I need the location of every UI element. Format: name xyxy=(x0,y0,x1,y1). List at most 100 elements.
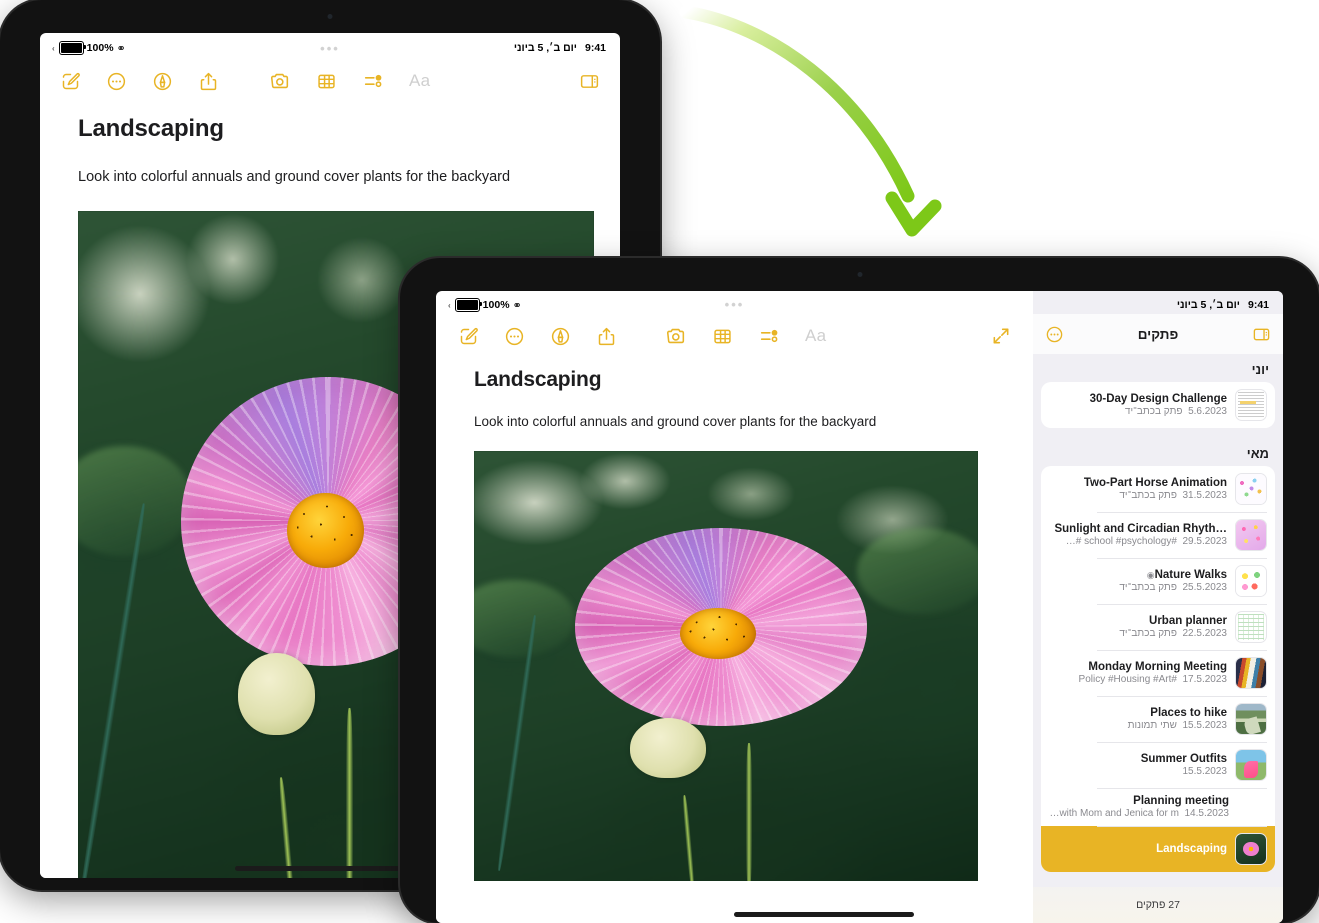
list-item-subtitle: 5.6.2023 פתק בכתב־יד xyxy=(1049,406,1227,417)
list-item-preview: שתי תמונות xyxy=(1127,720,1177,731)
list-item-meta: Summer Outfits 15.5.2023 xyxy=(1049,753,1227,777)
multitask-handle[interactable]: ••• xyxy=(320,42,340,55)
checklist-icon[interactable] xyxy=(362,70,384,92)
notes-toolbar-front: Aa xyxy=(436,314,1033,358)
table-icon[interactable] xyxy=(316,71,337,92)
list-item-title: Monday Morning Meeting xyxy=(1088,661,1227,673)
list-item-preview: #Policy #Housing #Art xyxy=(1078,674,1177,685)
status-time-label: 9:41 xyxy=(1247,299,1269,311)
list-item[interactable]: Urban planner 22.5.2023 פתק בכתב־יד xyxy=(1041,604,1275,650)
notes-list-scroll[interactable]: יוני 30-Day Design Challenge 5.6.2023 פתק … xyxy=(1033,354,1283,887)
list-item-title: Two-Part Horse Animation xyxy=(1083,477,1227,489)
doc-thumbnail xyxy=(1235,389,1267,421)
list-item[interactable]: Summer Outfits 15.5.2023 xyxy=(1041,742,1275,788)
list-item[interactable]: Landscaping xyxy=(1041,826,1275,872)
table-icon[interactable] xyxy=(712,326,733,347)
art-thumbnail xyxy=(1235,657,1267,689)
pink-sparkle-thumbnail xyxy=(1235,519,1267,551)
sidebar-toggle-icon[interactable] xyxy=(1252,325,1271,344)
share-icon[interactable] xyxy=(198,71,219,92)
list-item-meta: Planning meeting14.5.2023 Meet with Mom … xyxy=(1049,795,1229,819)
list-item-subtitle: 22.5.2023 פתק בכתב־יד xyxy=(1049,628,1227,639)
list-item-subtitle: 29.5.2023 #school #psychology #… xyxy=(1049,536,1227,547)
note-photo-front[interactable] xyxy=(474,451,978,881)
list-item-subtitle: 31.5.2023 פתק בכתב־יד xyxy=(1049,490,1227,501)
list-item-meta: Places to hike 15.5.2023 שתי תמונות xyxy=(1049,707,1227,731)
checklist-icon[interactable] xyxy=(758,325,780,347)
list-item[interactable]: ◉Nature Walks 25.5.2023 פתק בכתב־יד xyxy=(1041,558,1275,604)
sidebar-toggle-icon[interactable] xyxy=(579,71,600,92)
list-item-meta: Monday Morning Meeting 17.5.2023 #Policy … xyxy=(1049,661,1227,685)
battery-chevron-icon: ‹ xyxy=(448,300,451,310)
list-item-preview: פתק בכתב־יד xyxy=(1119,490,1177,501)
notes-count-label: 27 פתקים xyxy=(1033,887,1283,923)
notes-toolbar-back: Aa xyxy=(40,59,620,103)
multitask-handle[interactable]: ••• xyxy=(725,298,745,311)
format-aa-label[interactable]: Aa xyxy=(409,71,430,91)
list-item-date: 17.5.2023 xyxy=(1182,674,1228,685)
list-item[interactable]: Two-Part Horse Animation 31.5.2023 פתק בכ… xyxy=(1041,466,1275,512)
list-item-date: 15.5.2023 xyxy=(1182,720,1228,731)
battery-percent-label: 100% xyxy=(86,42,114,54)
note-body-back: Look into colorful annuals and ground co… xyxy=(78,169,511,185)
list-item-subtitle: 15.5.2023 שתי תמונות xyxy=(1049,720,1227,731)
home-indicator-front[interactable] xyxy=(734,912,914,917)
list-item-title: Places to hike xyxy=(1150,707,1227,719)
notes-section-header: יוני xyxy=(1251,362,1269,377)
list-item[interactable]: Planning meeting14.5.2023 Meet with Mom … xyxy=(1041,788,1275,826)
more-icon[interactable] xyxy=(504,326,525,347)
camera-icon[interactable] xyxy=(269,70,291,92)
battery-percent-label: 100% xyxy=(482,299,510,311)
wifi-icon: ⚭ xyxy=(116,42,126,55)
notes-list-sidebar: 9:41 יום ב׳, 5 ביוני פתקים יוני 30-Day De… xyxy=(1033,291,1283,923)
list-item[interactable]: Sunlight and Circadian Rhyth… 29.5.2023 #… xyxy=(1041,512,1275,558)
list-item-subtitle: 25.5.2023 פתק בכתב־יד xyxy=(1049,582,1227,593)
battery-icon xyxy=(58,41,87,55)
status-bar-front: ‹ 100% ⚭ ••• xyxy=(436,294,1033,316)
list-item-title: 30-Day Design Challenge xyxy=(1089,393,1227,405)
markup-icon[interactable] xyxy=(550,326,571,347)
list-item-title: ◉Nature Walks xyxy=(1146,569,1227,581)
list-item-date: 5.6.2023 xyxy=(1188,406,1227,417)
list-item-meta: Two-Part Horse Animation 31.5.2023 פתק בכ… xyxy=(1049,477,1227,501)
nature-thumbnail xyxy=(1235,565,1267,597)
markup-icon[interactable] xyxy=(152,71,173,92)
notes-list-title: פתקים xyxy=(1137,326,1179,342)
list-item-meta: Urban planner 22.5.2023 פתק בכתב־יד xyxy=(1049,615,1227,639)
note-title-front: Landscaping xyxy=(474,368,602,391)
list-item-date: 15.5.2023 xyxy=(1182,766,1228,777)
note-content-front: Landscaping Look into colorful annuals a… xyxy=(436,358,1033,923)
list-item-preview: פתק בכתב־יד xyxy=(1124,406,1183,417)
home-indicator-back[interactable] xyxy=(235,866,425,871)
confetti-thumbnail xyxy=(1235,473,1267,505)
note-body-front: Look into colorful annuals and ground co… xyxy=(474,414,877,429)
format-aa-label[interactable]: Aa xyxy=(805,326,826,346)
more-icon[interactable] xyxy=(1045,325,1064,344)
flower-thumbnail xyxy=(1235,833,1267,865)
more-icon[interactable] xyxy=(106,71,127,92)
green-curved-arrow xyxy=(679,5,942,237)
hike-thumbnail xyxy=(1235,703,1267,735)
list-item-meta: Sunlight and Circadian Rhyth… 29.5.2023 #… xyxy=(1049,523,1227,547)
share-icon[interactable] xyxy=(596,326,617,347)
list-item-date: 25.5.2023 xyxy=(1182,582,1228,593)
wifi-icon: ⚭ xyxy=(512,299,522,312)
list-item-title: Summer Outfits xyxy=(1140,753,1227,765)
compose-icon[interactable] xyxy=(458,326,479,347)
notes-section-card: Two-Part Horse Animation 31.5.2023 פתק בכ… xyxy=(1041,466,1275,872)
expand-icon[interactable] xyxy=(991,326,1011,346)
list-item-preview: #school #psychology #… xyxy=(1065,536,1177,547)
list-item-preview: פתק בכתב־יד xyxy=(1119,628,1177,639)
list-item[interactable]: Monday Morning Meeting 17.5.2023 #Policy … xyxy=(1041,650,1275,696)
list-item-date: 22.5.2023 xyxy=(1182,628,1228,639)
list-item[interactable]: 30-Day Design Challenge 5.6.2023 פתק בכתב… xyxy=(1041,382,1275,428)
camera-icon[interactable] xyxy=(665,325,687,347)
notes-section-header: מאי xyxy=(1246,446,1269,461)
notes-section-card: 30-Day Design Challenge 5.6.2023 פתק בכתב… xyxy=(1041,382,1275,428)
plan-thumbnail xyxy=(1235,611,1267,643)
ipad-device-front: ‹ 100% ⚭ ••• Aa Landscaping Look into co… xyxy=(400,258,1319,923)
list-item-title: Landscaping xyxy=(1156,843,1227,855)
list-item[interactable]: Places to hike 15.5.2023 שתי תמונות xyxy=(1041,696,1275,742)
compose-icon[interactable] xyxy=(60,71,81,92)
list-item-title: Sunlight and Circadian Rhyth… xyxy=(1054,523,1227,535)
